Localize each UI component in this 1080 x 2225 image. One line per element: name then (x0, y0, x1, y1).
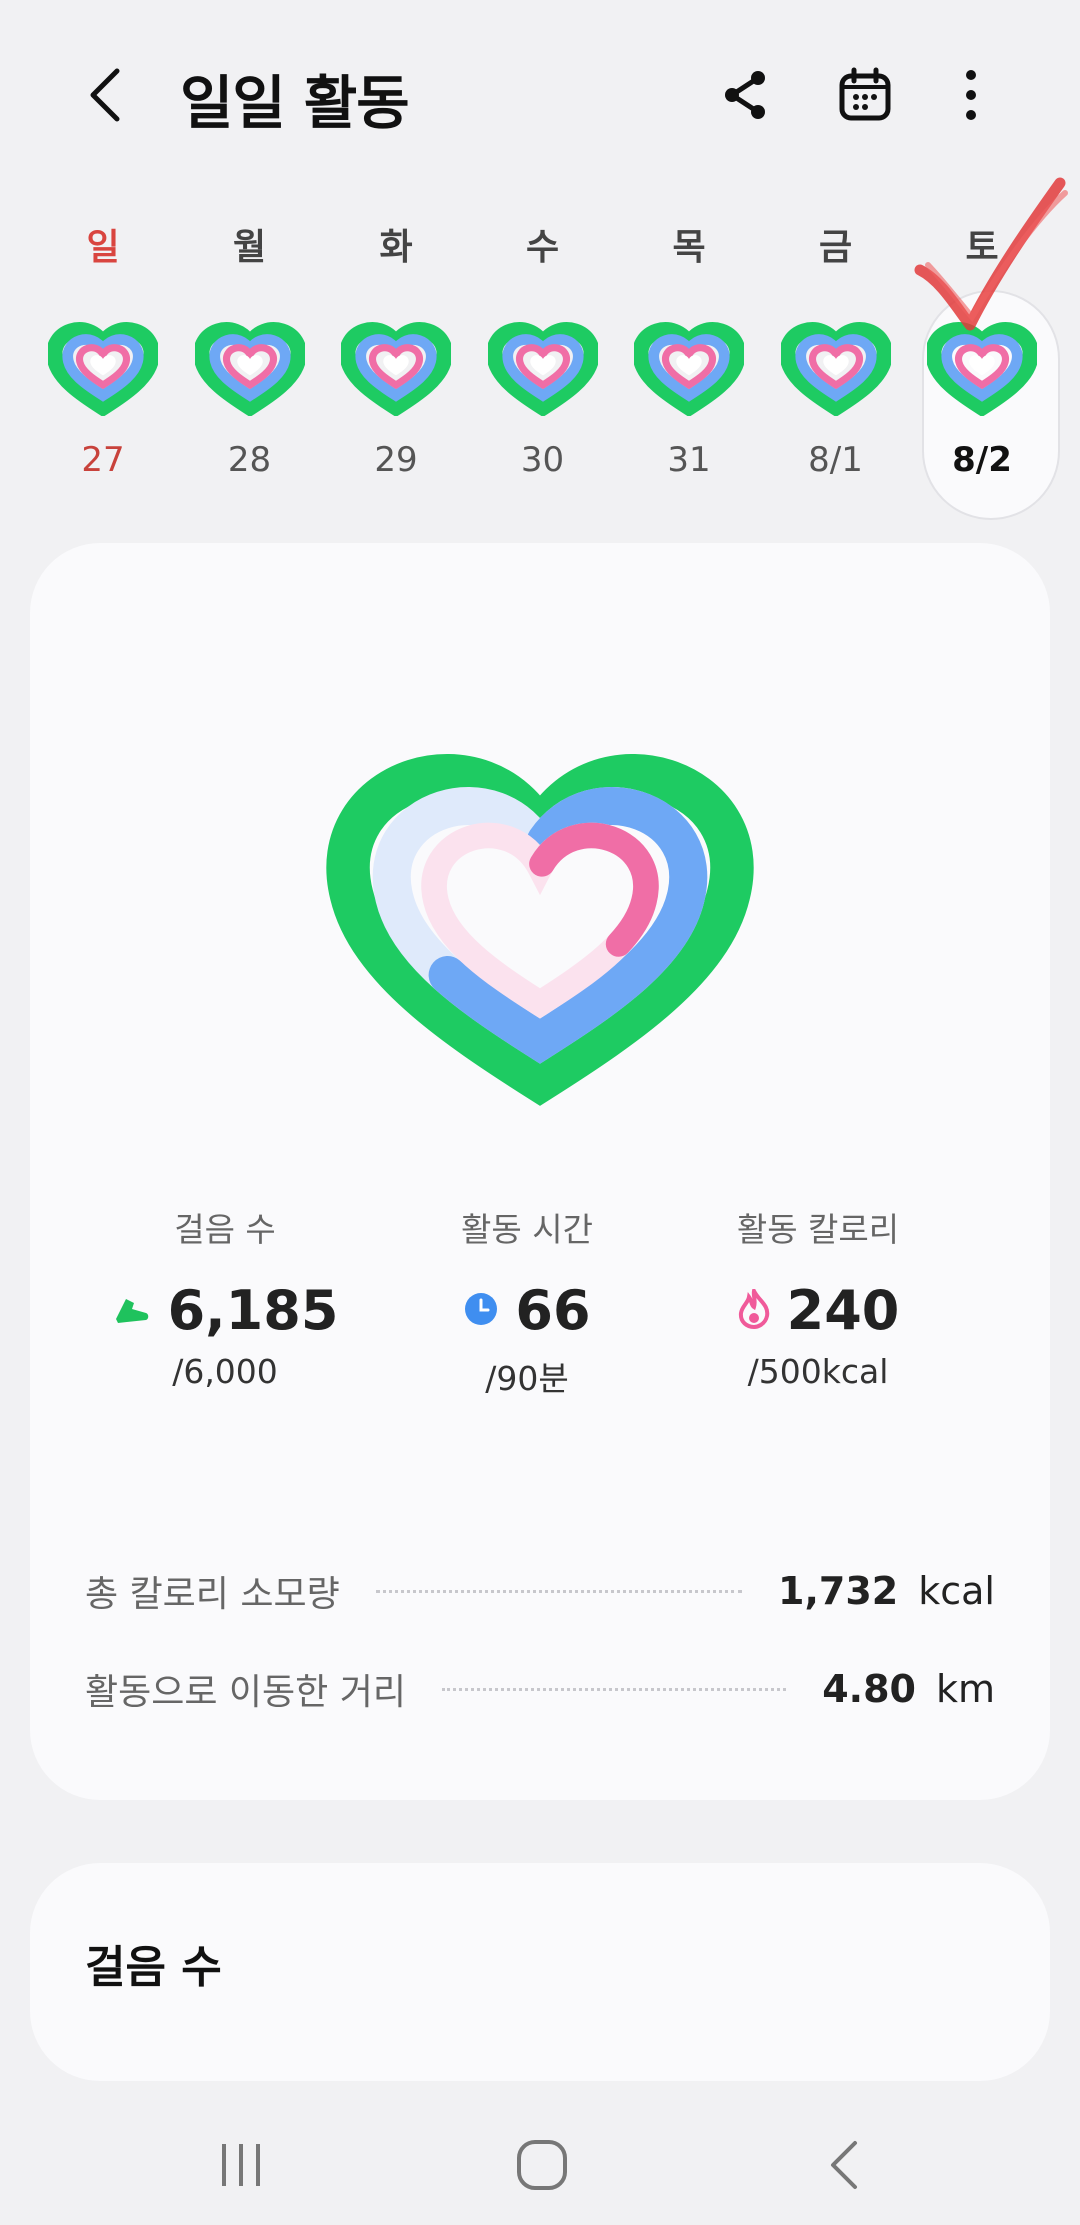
distance-row: 활동으로 이동한 거리 4.80 km (85, 1659, 995, 1719)
total-calories-row: 총 칼로리 소모량 1,732 kcal (85, 1561, 995, 1621)
more-options-button[interactable] (938, 62, 1004, 128)
day-name: 목 (672, 227, 706, 268)
day-item[interactable]: 목 31 (619, 200, 759, 530)
day-name: 수 (525, 227, 560, 268)
share-icon (725, 71, 765, 119)
clock-icon (463, 1291, 499, 1331)
daily-activity-screen: 일일 활동 일 27 월 28 화 29 수 30 목 31 금 8/1 토 8… (0, 0, 1080, 2225)
total-calories-value: 1,732 (778, 1569, 899, 1613)
stat-value: 240 (786, 1279, 900, 1342)
stat-label: 걸음 수 (174, 1210, 276, 1249)
nav-back-button[interactable] (800, 2120, 890, 2210)
leader-dots (375, 1589, 743, 1593)
stat-value-row: 66 (367, 1279, 687, 1342)
activity-rings-heart-icon (320, 713, 760, 1123)
system-nav-bar (0, 2100, 1080, 2225)
day-item[interactable]: 화 29 (326, 200, 466, 530)
stat-value: 66 (515, 1279, 591, 1342)
day-date: 30 (520, 440, 565, 480)
activity-heart-icon (780, 322, 891, 416)
steps-card[interactable]: 걸음 수 (30, 1863, 1050, 2081)
stat-label: 활동 시간 (461, 1210, 593, 1249)
back-icon (90, 68, 120, 122)
day-name: 월 (232, 227, 267, 268)
distance-value: 4.80 (822, 1667, 916, 1711)
leader-dots (441, 1687, 787, 1691)
total-calories-label: 총 칼로리 소모량 (85, 1574, 340, 1615)
share-button[interactable] (712, 62, 778, 128)
day-date: 8/2 (952, 440, 1012, 480)
activity-heart-icon (927, 322, 1037, 416)
total-calories-unit: kcal (918, 1569, 995, 1613)
home-icon (517, 2140, 567, 2190)
day-item[interactable]: 월 28 (180, 200, 320, 530)
calendar-button[interactable] (832, 62, 898, 128)
day-date: 8/1 (808, 440, 863, 480)
day-date: 28 (227, 440, 272, 480)
day-date: 31 (667, 440, 711, 480)
more-icon (966, 70, 976, 120)
stat-value: 6,185 (167, 1279, 339, 1342)
activity-heart-icon (194, 322, 305, 416)
stat-value-row: 6,185 (65, 1279, 385, 1342)
app-header: 일일 활동 (0, 0, 1080, 190)
activity-heart-icon (48, 322, 158, 416)
stat-item: 활동 칼로리 240/500kcal (658, 1203, 978, 1391)
day-name: 일 (86, 227, 120, 268)
activity-heart-icon (487, 322, 598, 416)
day-item[interactable]: 금 8/1 (766, 200, 906, 530)
stat-value-row: 240 (658, 1279, 978, 1342)
stat-label: 활동 칼로리 (736, 1210, 900, 1249)
back-nav-icon (831, 2141, 857, 2189)
activity-summary-card[interactable]: 걸음 수 6,185/6,000 활동 시간 66/90분 활동 칼로리 240/500k… (30, 543, 1050, 1800)
shoe-icon (112, 1289, 152, 1333)
calendar-icon (839, 67, 891, 121)
day-name: 금 (818, 227, 853, 268)
day-item[interactable]: 수 30 (473, 200, 613, 530)
stat-goal: /500kcal (747, 1352, 889, 1391)
stat-item: 활동 시간 66/90분 (367, 1203, 687, 1400)
steps-card-title: 걸음 수 (85, 1942, 222, 1993)
day-item[interactable]: 토 8/2 (912, 200, 1060, 530)
stat-item: 걸음 수 6,185/6,000 (65, 1203, 385, 1391)
flame-icon (737, 1284, 771, 1333)
back-button[interactable] (70, 60, 140, 130)
day-item[interactable]: 일 27 (33, 200, 173, 530)
page-title: 일일 활동 (180, 69, 410, 137)
distance-unit: km (935, 1667, 995, 1711)
recents-icon (222, 2144, 260, 2186)
week-selector: 일 27 월 28 화 29 수 30 목 31 금 8/1 토 8/2 (0, 200, 1080, 530)
distance-label: 활동으로 이동한 거리 (85, 1672, 406, 1713)
recents-button[interactable] (196, 2120, 286, 2210)
stat-goal: /6,000 (172, 1352, 278, 1391)
home-button[interactable] (497, 2120, 587, 2210)
day-name: 토 (965, 227, 999, 268)
activity-heart-icon (634, 322, 744, 416)
stat-goal: /90분 (485, 1359, 569, 1398)
day-date: 27 (81, 440, 125, 480)
day-date: 29 (374, 440, 418, 480)
day-name: 화 (379, 227, 413, 268)
activity-heart-icon (341, 322, 451, 416)
